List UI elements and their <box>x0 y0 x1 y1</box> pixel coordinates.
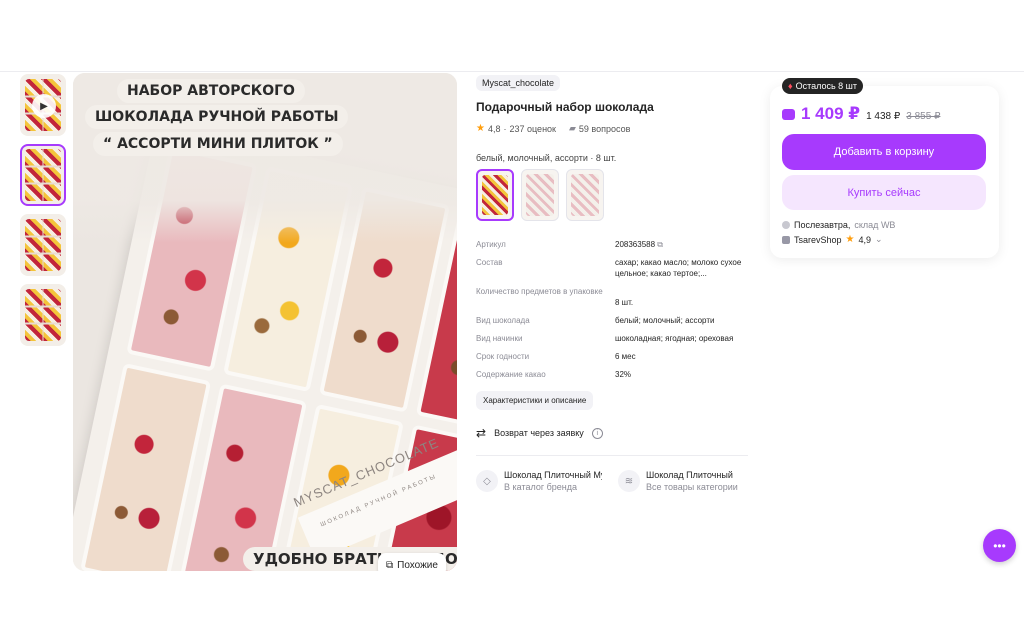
return-text: Возврат через заявку <box>494 428 584 438</box>
seller-rating: 4,9 <box>858 234 872 245</box>
questions-link[interactable]: ▰ 59 вопросов <box>569 123 630 134</box>
similar-label: Похожие <box>397 559 438 571</box>
specs-table: Артикул 208363588 ⧉ Состав сахар; какао … <box>476 239 752 380</box>
main-product-image[interactable]: НАБОР АВТОРСКОГО ШОКОЛАДА РУЧНОЙ РАБОТЫ … <box>73 73 457 571</box>
brand-catalog-link[interactable]: ◇ Шоколад Плиточный Myscat В каталог бре… <box>476 470 608 492</box>
star-icon: ★ <box>845 234 855 245</box>
spec-key: Артикул <box>476 240 506 249</box>
spec-value: 6 мес <box>615 352 636 361</box>
info-icon[interactable]: i <box>591 427 603 439</box>
thumbnail-video[interactable]: ▶ <box>20 74 66 136</box>
buy-card: 1 409 ₽ 1 438 ₽ 3 855 ₽ Добавить в корзи… <box>770 86 999 258</box>
price-without-wallet: 1 438 ₽ <box>866 111 901 122</box>
stock-badge: ♦ Осталось 8 шт <box>782 78 864 94</box>
thumbnail-image <box>25 219 61 271</box>
return-icon: ⇄ <box>476 426 487 440</box>
seller-info[interactable]: TsarevShop ★ 4,9 ⌄ <box>782 234 883 245</box>
play-icon: ▶ <box>32 94 56 118</box>
chat-button[interactable]: ••• <box>983 529 1016 562</box>
top-bar <box>0 0 1024 72</box>
price-crossed: 3 855 ₽ <box>906 111 941 122</box>
star-icon: ★ <box>476 123 485 134</box>
variant-list <box>476 169 752 221</box>
reviews-count[interactable]: 237 оценок <box>509 124 556 134</box>
variant-label: белый, молочный, ассорти · 8 шт. <box>476 153 617 163</box>
image-text-line2: ШОКОЛАДА РУЧНОЙ РАБОТЫ <box>85 105 349 129</box>
layers-icon: ≋ <box>618 470 640 492</box>
spec-row: Срок годности 6 мес <box>476 351 752 362</box>
fire-icon: ♦ <box>788 81 793 91</box>
copy-icon[interactable]: ⧉ <box>657 240 663 249</box>
thumbnail-image <box>25 289 61 341</box>
product-info: Myscat_chocolate Подарочный набор шокола… <box>476 73 752 492</box>
warehouse: склад WB <box>854 220 896 230</box>
spec-key: Количество предметов в упаковке <box>476 287 603 296</box>
seller-name: TsarevShop <box>794 234 842 245</box>
chat-icon: ••• <box>993 538 1006 553</box>
rating-sep: · <box>503 123 507 134</box>
spec-value: сахар; какао масло; молоко сухое цельное… <box>615 258 742 278</box>
similar-button[interactable]: ⧉ Похожие <box>378 553 446 571</box>
buy-now-button[interactable]: Купить сейчас <box>782 175 986 210</box>
spec-row: Количество предметов в упаковке 8 шт. <box>476 286 752 308</box>
price-main: 1 409 ₽ <box>801 104 861 123</box>
variant-thumbnail[interactable] <box>566 169 604 221</box>
variant-image <box>482 175 508 215</box>
category-title: Шоколад Плиточный <box>646 470 733 480</box>
chat-bubble-icon: ▰ <box>568 123 576 133</box>
image-banner: НАБОР АВТОРСКОГО ШОКОЛАДА РУЧНОЙ РАБОТЫ … <box>73 73 457 243</box>
spec-row: Состав сахар; какао масло; молоко сухое … <box>476 257 752 279</box>
spec-value: шоколадная; ягодная; ореховая <box>615 334 734 343</box>
rating-value[interactable]: 4,8 <box>488 124 501 134</box>
chevron-down-icon: ⌄ <box>875 234 883 244</box>
spec-value: 32% <box>615 370 632 379</box>
spec-key: Состав <box>476 258 503 267</box>
similar-icon: ⧉ <box>386 559 394 571</box>
delivery-info: Послезавтра, склад WB <box>782 220 895 230</box>
spec-key: Вид начинки <box>476 334 523 343</box>
brand-catalog-title: Шоколад Плиточный Myscat <box>504 470 602 480</box>
characteristics-button[interactable]: Характеристики и описание <box>476 391 594 410</box>
spec-key: Вид шоколада <box>476 316 530 325</box>
thumbnail-3[interactable] <box>20 284 66 346</box>
shop-icon <box>782 235 790 244</box>
category-link[interactable]: ≋ Шоколад Плиточный Все товары категории <box>618 470 750 492</box>
wallet-icon <box>782 109 795 120</box>
questions-count: 59 вопросов <box>578 123 631 134</box>
category-links: ◇ Шоколад Плиточный Myscat В каталог бре… <box>476 470 752 492</box>
category-sub: Все товары категории <box>646 482 738 492</box>
thumbnail-1[interactable] <box>20 144 66 206</box>
price-row: 1 409 ₽ 1 438 ₽ 3 855 ₽ <box>782 104 940 124</box>
article-number: 208363588 <box>615 240 656 249</box>
image-text-line1: НАБОР АВТОРСКОГО <box>117 79 305 103</box>
stock-text: Осталось 8 шт <box>795 81 858 91</box>
spec-value: белый; молочный; ассорти <box>615 316 715 325</box>
divider <box>476 455 748 456</box>
variant-image <box>526 174 554 216</box>
product-title: Подарочный набор шоколада <box>476 100 654 114</box>
spec-row: Артикул 208363588 ⧉ <box>476 239 752 250</box>
return-row: ⇄ Возврат через заявку i <box>476 426 752 440</box>
thumbnail-2[interactable] <box>20 214 66 276</box>
spec-row: Содержание какао 32% <box>476 369 752 380</box>
spec-row: Вид начинки шоколадная; ягодная; орехова… <box>476 333 752 344</box>
brand-link[interactable]: Myscat_chocolate <box>476 75 561 91</box>
rating-row: ★ 4,8 · 237 оценок ▰ 59 вопросов <box>476 123 752 134</box>
spec-key: Содержание какао <box>476 370 546 379</box>
variant-thumbnail[interactable] <box>476 169 514 221</box>
variant-image <box>571 174 599 216</box>
spec-value: 208363588 ⧉ <box>615 239 751 250</box>
delivery-date: Послезавтра, <box>794 220 851 230</box>
image-text-line3: “ АССОРТИ МИНИ ПЛИТОК ” <box>93 132 343 156</box>
spec-value: 8 шт. <box>615 298 634 307</box>
thumbnail-image <box>25 149 61 201</box>
spec-key: Срок годности <box>476 352 530 361</box>
variant-thumbnail[interactable] <box>521 169 559 221</box>
brand-catalog-sub: В каталог бренда <box>504 482 578 492</box>
tag-icon: ◇ <box>476 470 498 492</box>
delivery-icon <box>782 221 790 229</box>
add-to-cart-button[interactable]: Добавить в корзину <box>782 134 986 170</box>
spec-row: Вид шоколада белый; молочный; ассорти <box>476 315 752 326</box>
